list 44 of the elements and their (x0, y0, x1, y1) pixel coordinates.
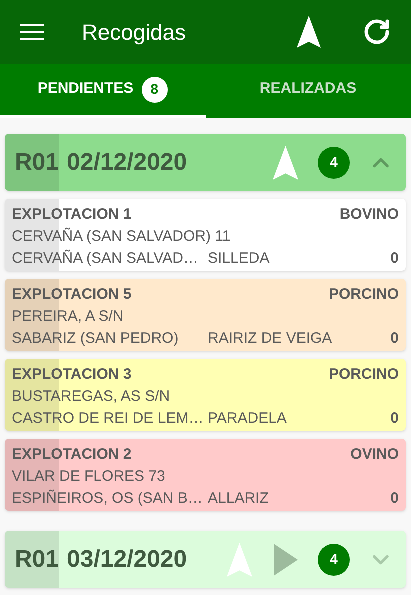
count-badge: 4 (318, 146, 350, 178)
municipality-text: ALLARIZ (208, 489, 270, 509)
route-date: 03/12/2020 (67, 544, 188, 574)
app-title: Recogidas (82, 18, 187, 47)
tab[interactable]: REALIZADAS (206, 64, 411, 118)
farm-name: EXPLOTACION 5 (12, 285, 132, 305)
species-label: OVINO (350, 445, 399, 465)
quantity-text: 0 (390, 489, 399, 509)
quantity-text: 0 (390, 329, 399, 349)
count-badge: 8 (142, 76, 168, 102)
navigation-arrow-icon[interactable] (297, 16, 321, 48)
route-header[interactable]: R01 02/12/2020 4 (5, 134, 406, 191)
pickup-card[interactable]: EXPLOTACION 5 PORCINO PEREIRA, A S/N SABARIZ (SAN PEDRO) RAIRIZ DE VEIGA 0 (5, 279, 406, 351)
species-label: BOVINO (340, 205, 399, 225)
menu-icon[interactable] (20, 23, 44, 41)
parish-text: CASTRO DE REI DE LEM… (12, 409, 205, 429)
address-text: BUSTAREGAS, AS S/N (12, 387, 170, 407)
municipality-text: RAIRIZ DE VEIGA (208, 329, 334, 349)
address-text: VILAR DE FLORES 73 (12, 467, 166, 487)
quantity-text: 0 (390, 249, 399, 269)
parish-text: SABARIZ (SAN PEDRO) (12, 329, 180, 349)
route-code: R01 (5, 134, 59, 191)
species-label: PORCINO (328, 285, 399, 305)
address-text: PEREIRA, A S/N (12, 307, 124, 327)
refresh-icon[interactable] (363, 18, 391, 46)
parish-text: CERVAÑA (SAN SALVAD… (12, 248, 200, 269)
parish-text: ESPIÑEIROS, OS (SAN B… (12, 488, 204, 509)
pickup-card[interactable]: EXPLOTACION 1 BOVINO CERVAÑA (SAN SALVADOR) 11 CERVAÑA (SAN SALVAD… SILLEDA 0 (5, 199, 406, 271)
farm-name: EXPLOTACION 1 (12, 205, 132, 225)
pickup-card[interactable]: EXPLOTACION 3 PORCINO BUSTAREGAS, AS S/N CASTRO DE REI DE LEM… PARADELA 0 (5, 359, 406, 431)
tab[interactable]: PENDIENTES 8 (0, 64, 206, 118)
route-header[interactable]: R01 03/12/2020 4 (5, 531, 406, 588)
count-badge: 4 (318, 544, 350, 576)
municipality-text: SILLEDA (208, 249, 271, 269)
address-text: CERVAÑA (SAN SALVADOR) 11 (12, 226, 231, 247)
play-icon[interactable] (274, 544, 298, 576)
route-date: 02/12/2020 (67, 148, 188, 178)
farm-name: EXPLOTACION 3 (12, 365, 132, 385)
route-code: R01 (5, 531, 59, 588)
species-label: PORCINO (328, 365, 399, 385)
quantity-text: 0 (390, 409, 399, 429)
pickup-card[interactable]: EXPLOTACION 2 OVINO VILAR DE FLORES 73 ESPIÑEIROS, OS (SAN B… ALLARIZ 0 (5, 439, 406, 511)
farm-name: EXPLOTACION 2 (12, 445, 132, 465)
municipality-text: PARADELA (208, 409, 288, 429)
